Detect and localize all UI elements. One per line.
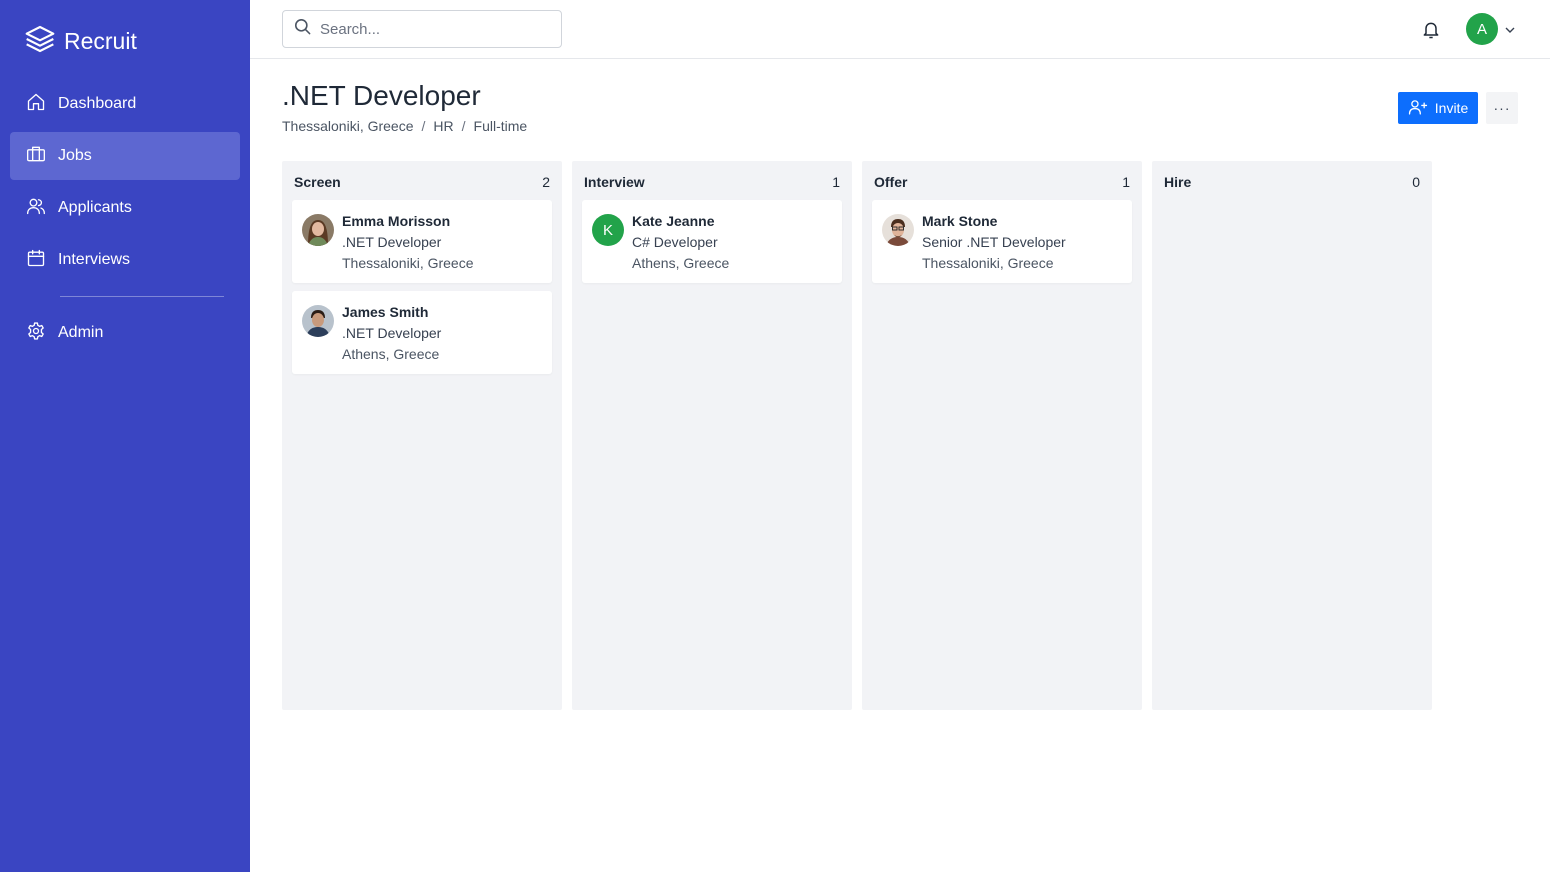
user-plus-icon	[1408, 98, 1435, 119]
applicant-name: Mark Stone	[922, 213, 998, 229]
man-photo-avatar	[302, 305, 334, 337]
search-input[interactable]	[320, 20, 550, 38]
sidebar-item-label: Jobs	[58, 147, 92, 164]
avatar: K	[592, 214, 624, 246]
bell-icon[interactable]	[1421, 20, 1441, 40]
avatar	[302, 214, 334, 246]
applicant-name: James Smith	[342, 304, 429, 320]
briefcase-icon	[26, 144, 46, 169]
applicant-card[interactable]: James Smith .NET Developer Athens, Greec…	[292, 291, 552, 374]
app-name: Recruit	[64, 27, 137, 54]
chevron-down-icon[interactable]	[1504, 23, 1516, 35]
column-title: Offer	[874, 174, 908, 190]
sidebar-item-label: Admin	[58, 324, 104, 341]
breadcrumb-item: Thessaloniki, Greece	[282, 118, 414, 134]
sidebar-item-label: Applicants	[58, 199, 132, 216]
sidebar-item-dashboard[interactable]: Dashboard	[10, 80, 240, 128]
more-options-button[interactable]: ···	[1486, 92, 1518, 124]
column-count: 0	[1412, 174, 1420, 190]
applicant-role: C# Developer	[632, 234, 718, 250]
sidebar-nav: Dashboard Jobs Applicants Interviews Adm…	[10, 80, 240, 361]
applicant-name: Kate Jeanne	[632, 213, 715, 229]
column-title: Interview	[584, 174, 645, 190]
layers-logo-icon	[24, 23, 56, 60]
applicant-location: Athens, Greece	[342, 346, 440, 362]
breadcrumb-separator: /	[461, 118, 466, 134]
page-title: .NET Developer	[282, 80, 481, 111]
applicant-card[interactable]: Mark Stone Senior .NET Developer Thessal…	[872, 200, 1132, 283]
sidebar-item-label: Interviews	[58, 251, 131, 268]
invite-label: Invite	[1434, 100, 1469, 116]
applicant-card[interactable]: Emma Morisson .NET Developer Thessalonik…	[292, 200, 552, 283]
board-column-hire: Hire 0	[1152, 161, 1432, 710]
applicant-role: Senior .NET Developer	[922, 234, 1066, 250]
sidebar-item-label: Dashboard	[58, 95, 137, 112]
search-box[interactable]	[282, 10, 562, 48]
board-column-offer: Offer 1 Mark Stone Senior .NET Developer…	[862, 161, 1142, 710]
board-column-screen: Screen 2 Emma Morisson .NET Developer Th…	[282, 161, 562, 710]
sidebar-item-admin[interactable]: Admin	[10, 309, 240, 357]
avatar	[302, 305, 334, 337]
applicant-location: Thessaloniki, Greece	[922, 255, 1054, 271]
column-count: 1	[832, 174, 840, 190]
breadcrumb-item: Full-time	[473, 118, 528, 134]
breadcrumb: Thessaloniki, Greece / HR / Full-time	[282, 118, 527, 134]
breadcrumb-separator: /	[421, 118, 426, 134]
brand[interactable]: Recruit	[24, 24, 137, 58]
column-count: 1	[1122, 174, 1130, 190]
man-glasses-photo-avatar	[882, 214, 914, 246]
sidebar: Recruit Dashboard Jobs Applicants Interv…	[0, 0, 250, 872]
search-icon	[293, 17, 312, 41]
woman-photo-avatar	[302, 214, 334, 246]
user-avatar[interactable]: A	[1466, 13, 1498, 45]
sidebar-divider	[60, 296, 224, 297]
column-header: Offer 1	[874, 174, 1130, 190]
applicant-role: .NET Developer	[342, 234, 442, 250]
column-header: Interview 1	[584, 174, 840, 190]
calendar-icon	[26, 248, 46, 273]
column-header: Hire 0	[1164, 174, 1420, 190]
column-title: Hire	[1164, 174, 1192, 190]
column-count: 2	[542, 174, 550, 190]
applicant-location: Athens, Greece	[632, 255, 730, 271]
users-icon	[26, 196, 46, 221]
applicant-card[interactable]: K Kate Jeanne C# Developer Athens, Greec…	[582, 200, 842, 283]
sidebar-item-jobs[interactable]: Jobs	[10, 132, 240, 180]
breadcrumb-item: HR	[433, 118, 454, 134]
topbar: A	[250, 0, 1550, 59]
applicant-location: Thessaloniki, Greece	[342, 255, 474, 271]
column-header: Screen 2	[294, 174, 550, 190]
invite-button[interactable]: Invite	[1398, 92, 1478, 124]
applicant-role: .NET Developer	[342, 325, 442, 341]
avatar	[882, 214, 914, 246]
sidebar-item-applicants[interactable]: Applicants	[10, 184, 240, 232]
column-title: Screen	[294, 174, 341, 190]
board-column-interview: Interview 1 K Kate Jeanne C# Developer A…	[572, 161, 852, 710]
home-icon	[26, 92, 46, 117]
gear-icon	[26, 321, 46, 346]
applicant-name: Emma Morisson	[342, 213, 451, 229]
sidebar-item-interviews[interactable]: Interviews	[10, 236, 240, 284]
